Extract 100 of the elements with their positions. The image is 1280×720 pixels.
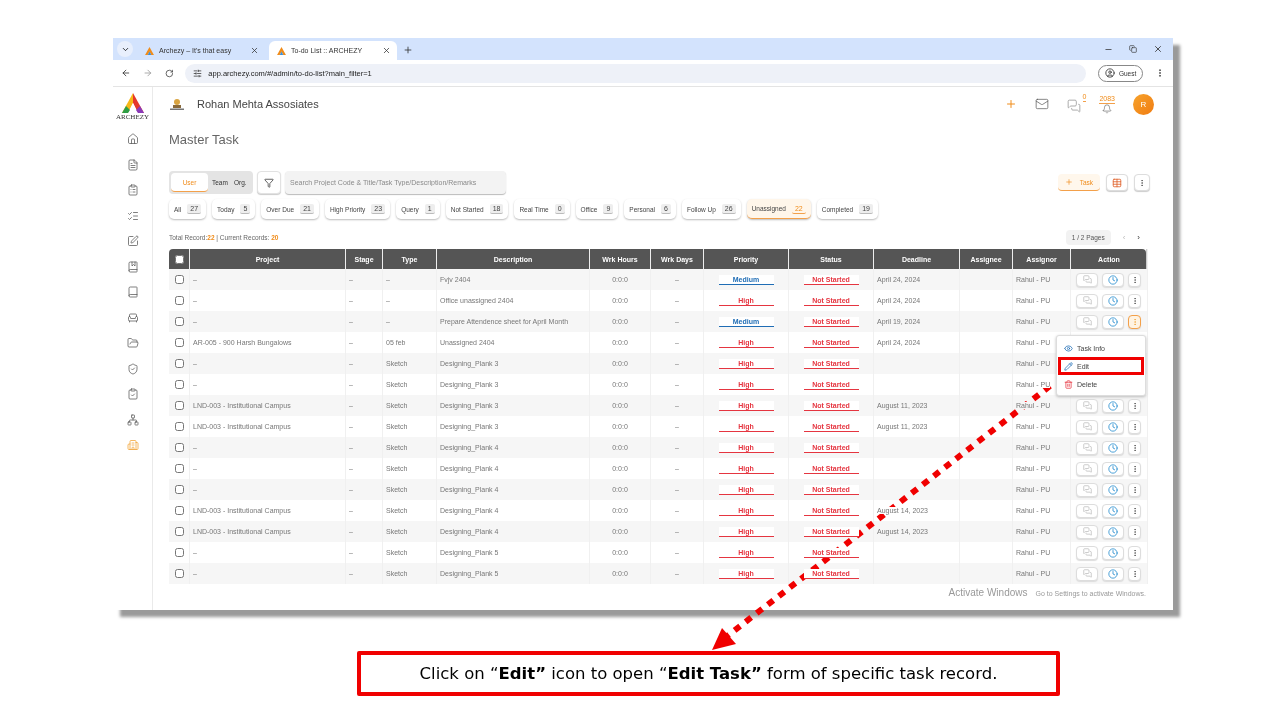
- restore-icon[interactable]: [1129, 45, 1137, 53]
- next-page-button[interactable]: ›: [1137, 233, 1140, 242]
- clock-icon: [1108, 505, 1118, 516]
- trash-icon: [1064, 379, 1073, 389]
- time-log-button[interactable]: [1102, 545, 1124, 560]
- row-checkbox[interactable]: [175, 401, 184, 410]
- clock-icon: [1108, 484, 1118, 495]
- building-icon[interactable]: [126, 439, 139, 451]
- chat-icon: [1082, 485, 1092, 494]
- row-checkbox[interactable]: [175, 338, 184, 347]
- clock-icon: [1108, 400, 1118, 411]
- time-log-button[interactable]: [1102, 419, 1124, 434]
- user-icon: [1104, 68, 1115, 78]
- time-log-button[interactable]: [1102, 503, 1124, 518]
- edit-icon[interactable]: [126, 235, 139, 247]
- chat-icon: [1082, 527, 1092, 536]
- row-menu-button[interactable]: [1128, 482, 1141, 497]
- row-menu-button[interactable]: [1128, 272, 1141, 287]
- clipboard-check-icon[interactable]: [126, 388, 139, 400]
- clock-icon: [1108, 463, 1118, 474]
- checklist-icon[interactable]: [126, 209, 139, 222]
- close-icon[interactable]: [382, 46, 391, 55]
- favicon-icon: [277, 46, 286, 55]
- table-icon: [1112, 177, 1122, 188]
- site-settings-icon[interactable]: [193, 68, 203, 78]
- row-checkbox[interactable]: [175, 422, 184, 431]
- folder-icon[interactable]: [126, 337, 139, 349]
- time-log-button[interactable]: [1102, 398, 1124, 413]
- new-tab-icon[interactable]: [403, 45, 413, 55]
- plus-icon: [1064, 178, 1073, 186]
- row-menu-button[interactable]: [1128, 314, 1141, 329]
- row-menu-button[interactable]: [1128, 461, 1141, 476]
- time-log-button[interactable]: [1102, 293, 1124, 308]
- back-icon[interactable]: [121, 68, 131, 78]
- row-checkbox[interactable]: [175, 527, 184, 536]
- row-checkbox[interactable]: [175, 380, 184, 389]
- row-menu-button[interactable]: [1128, 503, 1141, 518]
- time-log-button[interactable]: [1102, 524, 1124, 539]
- chat-icon: [1082, 464, 1092, 473]
- time-log-button[interactable]: [1102, 440, 1124, 455]
- chat-icon: [1082, 443, 1092, 452]
- row-checkbox[interactable]: [175, 359, 184, 368]
- row-menu-button[interactable]: [1128, 524, 1141, 539]
- row-menu-button[interactable]: [1128, 440, 1141, 455]
- close-icon[interactable]: [250, 46, 259, 55]
- clock-icon: [1108, 316, 1118, 327]
- chat-icon: [1082, 275, 1092, 284]
- home-icon[interactable]: [126, 133, 139, 145]
- forward-icon[interactable]: [142, 68, 153, 78]
- chat-icon: [1082, 296, 1092, 305]
- shield-icon[interactable]: [126, 362, 139, 375]
- row-checkbox[interactable]: [175, 569, 184, 578]
- chat-icon[interactable]: [1067, 98, 1082, 113]
- filter-button[interactable]: [257, 171, 281, 194]
- close-icon[interactable]: [1153, 44, 1163, 54]
- watermark-title: Activate Windows: [948, 587, 1028, 598]
- mail-icon[interactable]: [1035, 97, 1050, 111]
- book-icon[interactable]: [126, 286, 139, 298]
- table-view-button[interactable]: [1106, 174, 1128, 191]
- company-logo: [169, 97, 185, 111]
- clock-icon: [1108, 274, 1118, 285]
- favicon-icon: [145, 46, 154, 55]
- document-icon[interactable]: [126, 158, 139, 171]
- filter-icon: [264, 177, 274, 188]
- pencil-icon: [1064, 361, 1073, 371]
- more-button[interactable]: [1134, 174, 1150, 191]
- row-menu-button[interactable]: [1128, 545, 1141, 560]
- row-menu-button[interactable]: [1128, 566, 1141, 581]
- armchair-icon[interactable]: [126, 311, 139, 324]
- row-checkbox[interactable]: [175, 443, 184, 452]
- row-checkbox[interactable]: [175, 485, 184, 494]
- row-menu-button[interactable]: [1128, 293, 1141, 308]
- chat-icon: [1082, 422, 1092, 431]
- row-checkbox[interactable]: [175, 275, 184, 284]
- clock-icon: [1108, 568, 1118, 579]
- time-log-button[interactable]: [1102, 314, 1124, 329]
- chat-icon: [1082, 401, 1092, 410]
- kebab-icon: [1138, 178, 1146, 187]
- plus-icon[interactable]: [1005, 98, 1018, 110]
- bell-icon[interactable]: [1102, 103, 1113, 114]
- row-checkbox[interactable]: [175, 296, 184, 305]
- clock-icon: [1108, 526, 1118, 537]
- time-log-button[interactable]: [1102, 566, 1124, 581]
- row-checkbox[interactable]: [175, 506, 184, 515]
- row-checkbox[interactable]: [175, 464, 184, 473]
- time-log-button[interactable]: [1102, 482, 1124, 497]
- clipboard-icon[interactable]: [126, 184, 139, 196]
- company-name: Rohan Mehta Assosiates: [197, 98, 319, 110]
- reload-icon[interactable]: [164, 68, 174, 78]
- chat-icon: [1082, 569, 1092, 578]
- bookmark-icon[interactable]: [126, 260, 139, 273]
- row-menu-button[interactable]: [1128, 398, 1141, 413]
- time-log-button[interactable]: [1102, 272, 1124, 287]
- network-icon[interactable]: [126, 413, 139, 426]
- page-title: Master Task: [169, 132, 240, 147]
- select-all-checkbox[interactable]: [174, 254, 184, 264]
- row-checkbox[interactable]: [175, 317, 184, 326]
- time-log-button[interactable]: [1102, 461, 1124, 476]
- row-menu-button[interactable]: [1128, 419, 1141, 434]
- row-checkbox[interactable]: [175, 548, 184, 557]
